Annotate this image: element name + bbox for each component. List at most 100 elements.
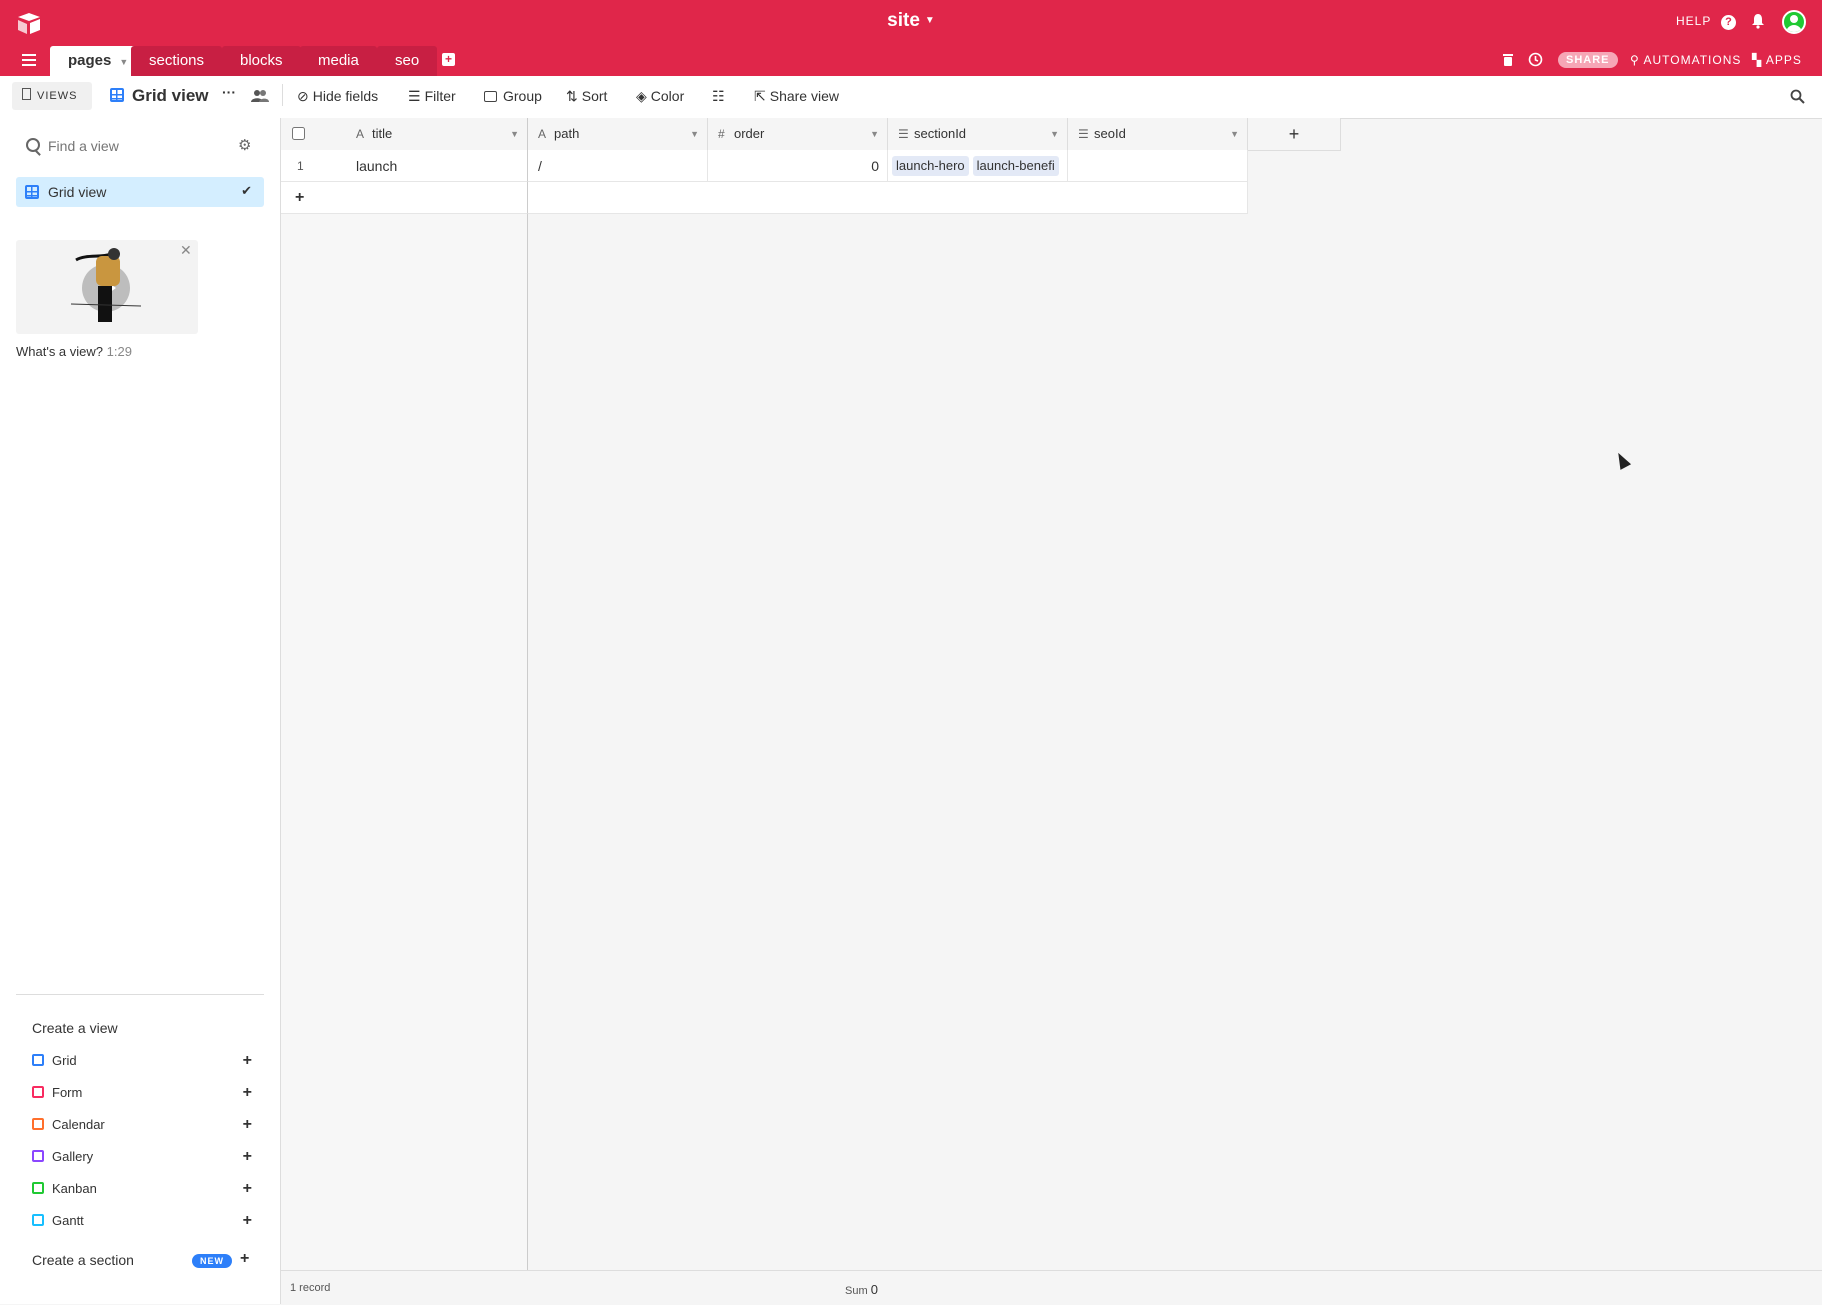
gear-icon[interactable]: ⚙ [238, 136, 251, 154]
create-calendar-view[interactable]: Calendar + [32, 1116, 252, 1137]
linked-record-chip[interactable]: launch-hero [892, 156, 969, 176]
cell-order[interactable]: 0 [708, 150, 888, 182]
tab-seo[interactable]: seo [377, 46, 438, 76]
video-illustration-icon [70, 248, 142, 322]
checkbox[interactable] [292, 127, 305, 140]
grid-footer: 1 record Sum 0 [281, 1270, 1822, 1305]
avatar[interactable] [1782, 10, 1806, 34]
apps-icon: ▚ [1752, 53, 1763, 67]
tab-sections[interactable]: sections [131, 46, 223, 76]
apps-button[interactable]: ▚ APPS [1752, 53, 1802, 67]
sum-value: 0 [870, 1282, 878, 1297]
plus-icon[interactable]: + [240, 1250, 249, 1268]
share-button[interactable]: SHARE [1558, 52, 1618, 68]
search-icon[interactable] [1790, 89, 1805, 104]
collaborators-icon[interactable] [251, 89, 269, 102]
hamburger-menu-icon[interactable] [22, 54, 36, 66]
close-icon[interactable]: ✕ [180, 242, 192, 259]
tab-label: sections [149, 52, 205, 69]
grid-view-icon [110, 88, 124, 102]
plus-icon: + [242, 1084, 252, 1101]
column-label: seoId [1094, 126, 1126, 141]
add-table-icon[interactable]: + [442, 53, 455, 66]
view-more-icon[interactable]: ··· [222, 84, 236, 100]
help-label: HELP [1676, 14, 1712, 28]
row-height-icon[interactable]: ☷ [712, 88, 725, 105]
add-record-row[interactable] [528, 182, 1248, 214]
tab-media[interactable]: media [300, 46, 377, 76]
chevron-down-icon[interactable]: ▼ [690, 118, 699, 150]
filter-label: Filter [424, 88, 456, 104]
sidebar-item-grid-view[interactable]: Grid view ✔ [16, 177, 264, 207]
base-name[interactable]: site [887, 10, 920, 31]
hide-fields-button[interactable]: ⊘ Hide fields [297, 88, 378, 105]
find-view-input[interactable] [20, 135, 270, 157]
apps-label: APPS [1765, 53, 1802, 67]
create-item-label: Calendar [52, 1117, 105, 1132]
create-section-button[interactable]: Create a section [32, 1252, 134, 1268]
chevron-down-icon[interactable]: ▼ [510, 118, 519, 150]
row-number: 1 [281, 150, 346, 182]
create-item-label: Kanban [52, 1181, 97, 1196]
sort-button[interactable]: ⇅ Sort [566, 88, 607, 105]
share-view-button[interactable]: ⇱ Share view [754, 88, 839, 105]
new-badge: NEW [192, 1254, 232, 1268]
column-header-order[interactable]: # order ▼ [708, 118, 888, 150]
mouse-cursor-icon [1612, 450, 1632, 470]
help-link[interactable]: HELP ? [1676, 14, 1737, 30]
column-header-title[interactable]: Atitle ▼ [346, 118, 528, 150]
current-view[interactable]: Grid view [110, 86, 209, 106]
cell-seoid[interactable] [1068, 150, 1248, 182]
create-kanban-view[interactable]: Kanban + [32, 1180, 252, 1201]
plus-icon: + [242, 1148, 252, 1165]
create-gantt-view[interactable]: Gantt + [32, 1212, 252, 1233]
views-toggle-button[interactable]: VIEWS [12, 82, 92, 110]
create-view-heading: Create a view [32, 1020, 118, 1036]
column-header-sectionid[interactable]: ☰ sectionId ▼ [888, 118, 1068, 150]
cell-path[interactable]: / [528, 150, 708, 182]
chevron-down-icon[interactable]: ▼ [119, 57, 128, 67]
filter-button[interactable]: ☰ Filter [408, 88, 456, 105]
group-label: Group [503, 88, 542, 104]
sort-label: Sort [581, 88, 608, 104]
tab-blocks[interactable]: blocks [222, 46, 301, 76]
column-label: title [372, 126, 393, 141]
chevron-down-icon[interactable]: ▼ [1050, 118, 1059, 150]
chevron-down-icon[interactable]: ▼ [925, 15, 935, 26]
add-record-button[interactable]: + [281, 182, 528, 214]
video-caption[interactable]: What's a view? 1:29 [16, 344, 132, 359]
video-thumbnail[interactable] [16, 240, 198, 334]
automations-button[interactable]: ⚲ AUTOMATIONS [1630, 53, 1741, 67]
color-button[interactable]: ◈ Color [636, 88, 684, 105]
video-duration: 1:29 [106, 344, 132, 359]
select-all-checkbox[interactable] [292, 127, 305, 145]
create-gallery-view[interactable]: Gallery + [32, 1148, 252, 1169]
add-field-button[interactable]: + [1248, 118, 1341, 150]
column-label: order [734, 126, 765, 141]
sum-label: Sum [845, 1285, 868, 1297]
column-header-seoid[interactable]: ☰ seoId ▼ [1068, 118, 1248, 150]
eye-off-icon: ⊘ [297, 88, 309, 104]
summary-bar[interactable]: Sum 0 [845, 1282, 878, 1297]
link-field-icon: ☰ [1078, 127, 1089, 141]
number-field-icon: # [718, 127, 725, 141]
column-header-path[interactable]: Apath ▼ [528, 118, 708, 150]
cell-sectionid[interactable]: launch-hero launch-benefi [888, 150, 1068, 182]
create-form-view[interactable]: Form + [32, 1084, 252, 1105]
cell-title[interactable]: launch [346, 150, 528, 182]
chevron-down-icon[interactable]: ▼ [1230, 118, 1239, 150]
history-icon[interactable] [1528, 52, 1543, 67]
plus-icon: + [242, 1052, 252, 1069]
paint-bucket-icon: ◈ [636, 88, 647, 104]
chevron-down-icon[interactable]: ▼ [870, 118, 879, 150]
group-button[interactable]: Group [484, 88, 542, 104]
calendar-icon [32, 1118, 44, 1130]
color-label: Color [650, 88, 685, 104]
create-grid-view[interactable]: Grid + [32, 1052, 252, 1073]
airtable-logo-icon[interactable] [16, 10, 42, 36]
linked-record-chip[interactable]: launch-benefi [972, 156, 1059, 176]
bell-icon[interactable] [1750, 13, 1766, 29]
form-icon [32, 1086, 44, 1098]
automations-icon: ⚲ [1630, 53, 1640, 67]
trash-icon[interactable] [1502, 53, 1514, 67]
